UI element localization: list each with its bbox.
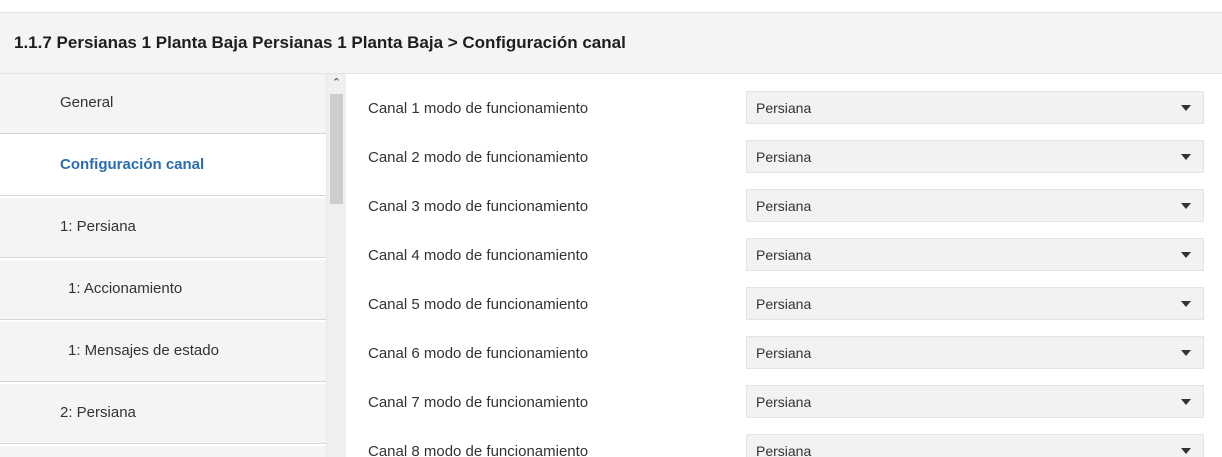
channel-mode-select[interactable]: Persiana bbox=[746, 140, 1204, 173]
channel-mode-label: Canal 6 modo de funcionamiento bbox=[368, 345, 589, 362]
channel-mode-select[interactable]: Persiana bbox=[746, 189, 1204, 222]
sidebar-item-general[interactable]: General bbox=[0, 74, 326, 134]
caret-down-icon bbox=[1181, 399, 1191, 405]
sidebar-item-1-persiana[interactable]: 1: Persiana bbox=[0, 198, 326, 258]
channel-row: Canal 3 modo de funcionamiento Persiana bbox=[346, 172, 1222, 222]
sidebar-item-label: 1: Mensajes de estado bbox=[68, 342, 219, 359]
sidebar-item-label: 1: Persiana bbox=[60, 218, 136, 235]
channel-config-panel: Canal 1 modo de funcionamiento Persiana … bbox=[346, 74, 1222, 457]
page-title: 1.1.7 Persianas 1 Planta Baja Persianas … bbox=[14, 33, 626, 52]
caret-down-icon bbox=[1181, 252, 1191, 258]
channel-mode-label: Canal 8 modo de funcionamiento bbox=[368, 443, 589, 457]
channel-mode-select[interactable]: Persiana bbox=[746, 434, 1204, 457]
channel-mode-label: Canal 3 modo de funcionamiento bbox=[368, 198, 589, 215]
channel-row: Canal 5 modo de funcionamiento Persiana bbox=[346, 270, 1222, 320]
select-value: Persiana bbox=[756, 345, 812, 361]
sidebar-item-2-persiana[interactable]: 2: Persiana bbox=[0, 384, 326, 444]
select-value: Persiana bbox=[756, 100, 812, 116]
channel-mode-select[interactable]: Persiana bbox=[746, 336, 1204, 369]
select-value: Persiana bbox=[756, 149, 812, 165]
sidebar-item-label: 2: Persiana bbox=[60, 404, 136, 421]
channel-row: Canal 1 modo de funcionamiento Persiana bbox=[346, 74, 1222, 124]
caret-down-icon bbox=[1181, 105, 1191, 111]
select-value: Persiana bbox=[756, 198, 812, 214]
channel-mode-select[interactable]: Persiana bbox=[746, 91, 1204, 124]
app-window: 1.1.7 Persianas 1 Planta Baja Persianas … bbox=[0, 0, 1222, 457]
title-bar: 1.1.7 Persianas 1 Planta Baja Persianas … bbox=[0, 12, 1222, 74]
caret-down-icon bbox=[1181, 154, 1191, 160]
select-value: Persiana bbox=[756, 394, 812, 410]
sidebar-item-1-accionamiento[interactable]: 1: Accionamiento bbox=[0, 260, 326, 320]
caret-down-icon bbox=[1181, 203, 1191, 209]
scrollbar-thumb[interactable] bbox=[330, 94, 343, 204]
channel-mode-label: Canal 4 modo de funcionamiento bbox=[368, 247, 589, 264]
channel-row: Canal 2 modo de funcionamiento Persiana bbox=[346, 123, 1222, 173]
channel-mode-label: Canal 1 modo de funcionamiento bbox=[368, 100, 589, 117]
select-value: Persiana bbox=[756, 296, 812, 312]
sidebar-item-configuracion-canal[interactable]: Configuración canal bbox=[0, 136, 326, 196]
caret-down-icon bbox=[1181, 448, 1191, 454]
top-strip bbox=[0, 0, 1222, 12]
select-value: Persiana bbox=[756, 247, 812, 263]
channel-row: Canal 4 modo de funcionamiento Persiana bbox=[346, 221, 1222, 271]
channel-mode-select[interactable]: Persiana bbox=[746, 238, 1204, 271]
select-value: Persiana bbox=[756, 443, 812, 457]
channel-mode-label: Canal 2 modo de funcionamiento bbox=[368, 149, 589, 166]
sidebar-item-label: General bbox=[60, 94, 114, 111]
channel-mode-label: Canal 7 modo de funcionamiento bbox=[368, 394, 589, 411]
sidebar-scrollbar[interactable]: ⌃ bbox=[326, 74, 346, 457]
channel-mode-select[interactable]: Persiana bbox=[746, 385, 1204, 418]
channel-row: Canal 6 modo de funcionamiento Persiana bbox=[346, 319, 1222, 369]
caret-down-icon bbox=[1181, 301, 1191, 307]
sidebar-item-partial[interactable] bbox=[0, 446, 326, 457]
channel-mode-select[interactable]: Persiana bbox=[746, 287, 1204, 320]
chevron-up-icon[interactable]: ⌃ bbox=[327, 74, 346, 92]
sidebar-item-label: Configuración canal bbox=[60, 156, 205, 173]
sidebar-item-1-mensajes-de-estado[interactable]: 1: Mensajes de estado bbox=[0, 322, 326, 382]
channel-row: Canal 7 modo de funcionamiento Persiana bbox=[346, 368, 1222, 418]
channel-row: Canal 8 modo de funcionamiento Persiana bbox=[346, 417, 1222, 457]
caret-down-icon bbox=[1181, 350, 1191, 356]
sidebar: General Configuración canal 1: Persiana … bbox=[0, 74, 326, 457]
channel-mode-label: Canal 5 modo de funcionamiento bbox=[368, 296, 589, 313]
sidebar-item-label: 1: Accionamiento bbox=[68, 280, 183, 297]
